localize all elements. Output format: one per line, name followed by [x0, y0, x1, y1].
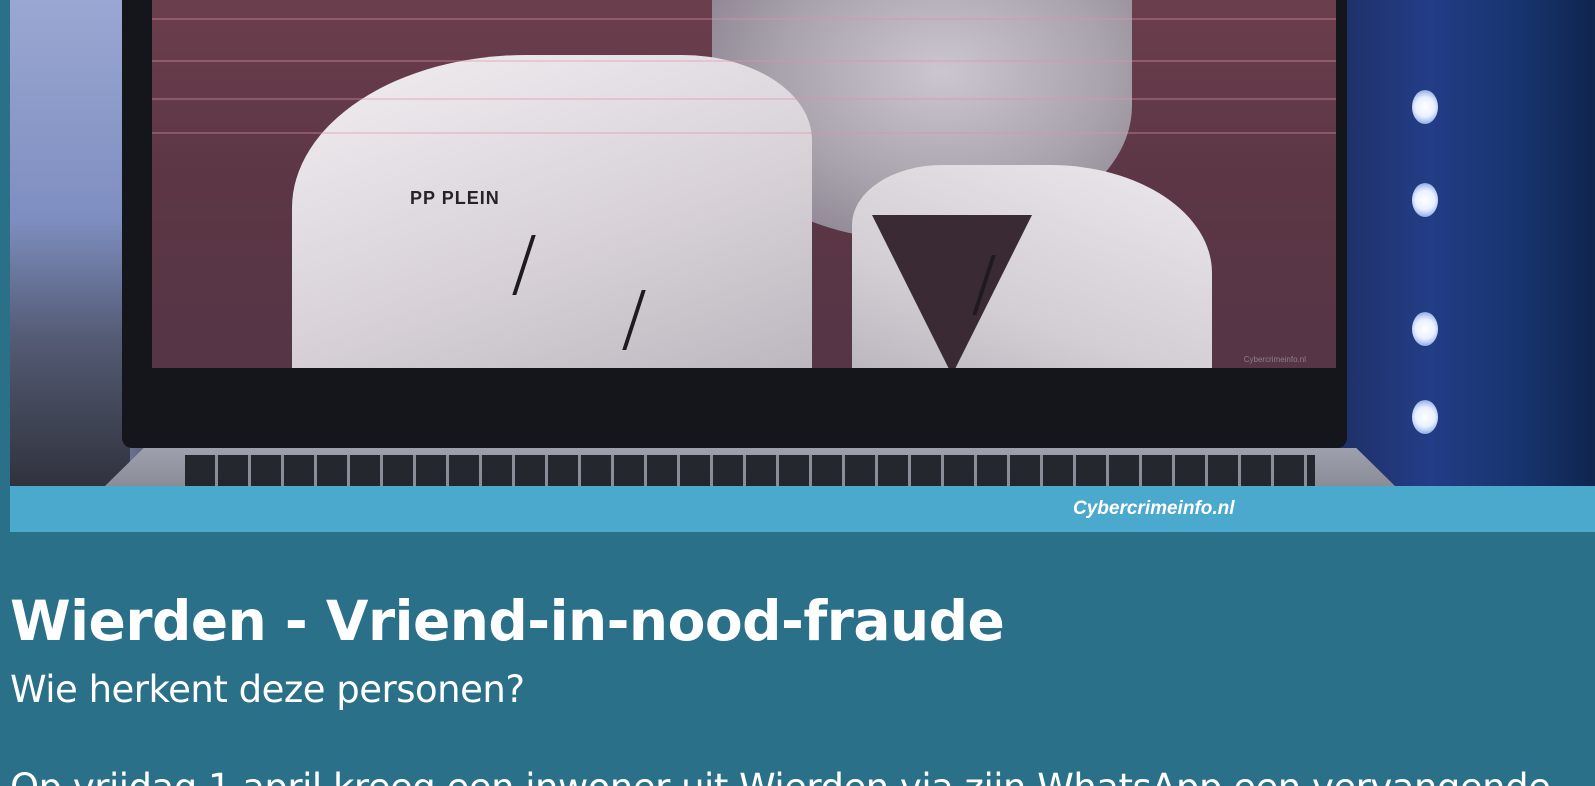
- article-subtitle: Wie herkent deze personen?: [10, 668, 525, 711]
- laptop-keys: [185, 455, 1315, 486]
- background-light-4: [1412, 400, 1438, 434]
- page: PP PLEIN Cybercrimeinfo.nl Cybercrimeinf…: [0, 0, 1595, 786]
- scanline: [152, 132, 1336, 134]
- scanline: [152, 98, 1336, 100]
- scanline: [152, 18, 1336, 20]
- background-left-light: [10, 0, 130, 486]
- background-light-1: [1412, 90, 1438, 124]
- image-credit: Cybercrimeinfo.nl: [1073, 498, 1235, 519]
- hero-image: PP PLEIN Cybercrimeinfo.nl: [10, 0, 1595, 486]
- screen-watermark: Cybercrimeinfo.nl: [1243, 355, 1306, 364]
- image-credit-bar: Cybercrimeinfo.nl: [10, 486, 1595, 532]
- scanline: [152, 60, 1336, 62]
- shirt-brand-text: PP PLEIN: [410, 188, 500, 208]
- article-body: Op vrijdag 1 april kreeg een inwoner uit…: [10, 766, 1585, 786]
- article-title: Wierden - Vriend-in-nood-fraude: [10, 589, 1005, 653]
- suspect-jacket-left: [292, 55, 812, 368]
- background-right-panel: [1320, 0, 1595, 486]
- background-light-2: [1412, 183, 1438, 217]
- background-light-3: [1412, 312, 1438, 346]
- laptop-screen: PP PLEIN Cybercrimeinfo.nl: [152, 0, 1336, 368]
